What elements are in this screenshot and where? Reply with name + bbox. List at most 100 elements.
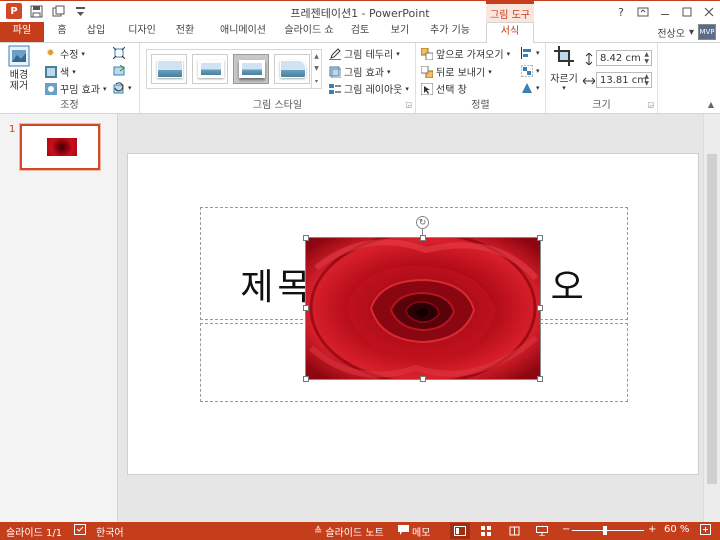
remove-background-button[interactable]: 배경 제거: [4, 45, 34, 92]
spell-check-icon[interactable]: [74, 524, 86, 535]
bring-forward-label: 앞으로 가져오기: [436, 50, 504, 61]
tab-insert[interactable]: 삽입: [80, 22, 112, 42]
corrections-button[interactable]: ✹ 수정 ▾: [44, 46, 85, 61]
change-picture-button[interactable]: [112, 64, 125, 77]
ribbon-display-icon[interactable]: [632, 1, 654, 23]
crop-button[interactable]: 자르기 ▾: [548, 45, 580, 92]
picture-effects-button[interactable]: 그림 효과 ▾: [328, 64, 391, 79]
group-objects-button[interactable]: ▾: [520, 64, 540, 77]
slide-thumbnail-pane: 1: [0, 114, 118, 522]
rotate-button[interactable]: ▾: [520, 81, 540, 94]
rotate-icon: [520, 81, 533, 94]
align-button[interactable]: ▾: [520, 46, 540, 59]
color-label: 색: [60, 68, 70, 79]
gallery-down-icon[interactable]: ▼: [314, 65, 319, 72]
tab-file[interactable]: 파일: [0, 22, 44, 42]
zoom-slider-knob[interactable]: [603, 526, 607, 535]
tab-review[interactable]: 검토: [346, 22, 374, 42]
comments-button[interactable]: 메모: [398, 524, 430, 539]
sun-icon: ✹: [46, 48, 55, 59]
resize-handle-n[interactable]: [420, 235, 426, 241]
zoom-out-button[interactable]: −: [562, 524, 570, 535]
user-account[interactable]: 전상오 ▾ MVP: [657, 24, 716, 40]
slide-thumbnail[interactable]: [20, 124, 100, 170]
compress-pictures-button[interactable]: [112, 46, 125, 59]
style-thumb-3[interactable]: [233, 54, 269, 84]
height-spinner-icon[interactable]: ▲ ▼: [644, 51, 649, 65]
tab-transitions[interactable]: 전환: [170, 22, 200, 42]
height-input[interactable]: 8.42 cm ▲ ▼: [596, 50, 652, 66]
gallery-up-icon[interactable]: ▲: [314, 53, 319, 60]
normal-view-icon[interactable]: [450, 523, 470, 539]
resize-handle-se[interactable]: [537, 376, 543, 382]
width-spinner-icon[interactable]: ▲ ▼: [644, 73, 649, 87]
resize-handle-w[interactable]: [303, 305, 309, 311]
status-bar: 슬라이드 1/1 한국어 ≙ 슬라이드 노트 메모 − + 60 %: [0, 522, 720, 540]
notes-button[interactable]: ≙ 슬라이드 노트: [314, 524, 384, 539]
minimize-icon[interactable]: [654, 1, 676, 23]
width-value: 13.81 cm: [600, 74, 648, 86]
resize-handle-e[interactable]: [537, 305, 543, 311]
vertical-scrollbar[interactable]: [703, 114, 720, 522]
gallery-more-icon[interactable]: ▾: [315, 78, 318, 85]
style-thumb-1[interactable]: [151, 54, 187, 84]
reset-picture-button[interactable]: ▾: [112, 81, 132, 94]
resize-handle-nw[interactable]: [303, 235, 309, 241]
artistic-effects-button[interactable]: 꾸밈 효과 ▾: [44, 81, 107, 96]
align-icon: [520, 46, 533, 59]
bring-forward-button[interactable]: 앞으로 가져오기 ▾: [420, 46, 510, 61]
close-icon[interactable]: [698, 1, 720, 23]
slideshow-view-icon[interactable]: [532, 523, 552, 539]
collapse-ribbon-icon[interactable]: ▲: [708, 100, 714, 109]
selection-pane-button[interactable]: 선택 창: [420, 81, 467, 96]
group-size: 자르기 ▾ 8.42 cm ▲ ▼ 13.81 cm ▲ ▼ 크기 ◲: [546, 43, 658, 113]
picture-styles-gallery: ▲ ▼ ▾: [146, 49, 322, 89]
size-dialog-launcher-icon[interactable]: ◲: [647, 101, 654, 109]
arrange-group-label: 정렬: [471, 100, 490, 111]
color-button[interactable]: 색 ▾: [44, 64, 76, 79]
dialog-launcher-icon[interactable]: ◲: [405, 101, 412, 109]
zoom-in-button[interactable]: +: [648, 524, 656, 535]
tab-design[interactable]: 디자인: [122, 22, 162, 42]
title-bar: P 프레젠테이션1 - PowerPoint 그림 도구 ?: [0, 0, 720, 23]
zoom-level[interactable]: 60 %: [664, 524, 689, 535]
style-thumb-4[interactable]: [274, 54, 310, 84]
tab-animations[interactable]: 애니메이션: [212, 22, 274, 42]
help-icon[interactable]: ?: [610, 1, 632, 23]
gallery-scroll[interactable]: ▲ ▼ ▾: [311, 50, 321, 88]
send-backward-button[interactable]: 뒤로 보내기 ▾: [420, 64, 492, 79]
thumbnail-rose-image: [47, 138, 77, 156]
size-group-label: 크기: [592, 100, 611, 111]
picture-layout-button[interactable]: 그림 레이아웃 ▾: [328, 81, 409, 96]
resize-handle-s[interactable]: [420, 376, 426, 382]
fit-to-window-icon[interactable]: [700, 524, 711, 535]
picture-border-button[interactable]: 그림 테두리 ▾: [328, 46, 400, 61]
slide-canvas[interactable]: 제목 오 ↻: [127, 153, 699, 475]
ribbon: 배경 제거 ✹ 수정 ▾ 색 ▾ 꾸밈 효과 ▾ ▾ 조정 ▲ ▼ ▾ 그림 테…: [0, 42, 720, 114]
scrollbar-thumb[interactable]: [707, 154, 717, 484]
reading-view-icon[interactable]: [504, 523, 524, 539]
rotate-handle-icon[interactable]: ↻: [416, 216, 429, 229]
resize-handle-sw[interactable]: [303, 376, 309, 382]
send-backward-icon: [420, 65, 433, 78]
language-indicator[interactable]: 한국어: [96, 524, 124, 539]
ribbon-tab-row: 파일 홈 삽입 디자인 전환 애니메이션 슬라이드 쇼 검토 보기 추가 기능 …: [0, 22, 720, 43]
bring-forward-icon: [420, 47, 433, 60]
style-thumb-2[interactable]: [192, 54, 228, 84]
rose-picture[interactable]: [306, 238, 540, 379]
maximize-icon[interactable]: [676, 1, 698, 23]
tab-slideshow[interactable]: 슬라이드 쇼: [280, 22, 338, 42]
slide-sorter-view-icon[interactable]: [476, 523, 496, 539]
change-picture-icon: [112, 64, 125, 77]
tab-addins[interactable]: 추가 기능: [426, 22, 474, 42]
zoom-slider-track[interactable]: [572, 530, 644, 531]
rose-image: [306, 238, 540, 379]
resize-handle-ne[interactable]: [537, 235, 543, 241]
crop-chevron-icon: ▾: [562, 84, 566, 92]
tab-view[interactable]: 보기: [386, 22, 414, 42]
tab-format[interactable]: 서식: [486, 22, 534, 43]
slide-editor: 제목 오 ↻: [119, 114, 720, 522]
tab-home[interactable]: 홈: [50, 22, 74, 42]
group-objects-icon: [520, 64, 533, 77]
width-input[interactable]: 13.81 cm ▲ ▼: [596, 72, 652, 88]
